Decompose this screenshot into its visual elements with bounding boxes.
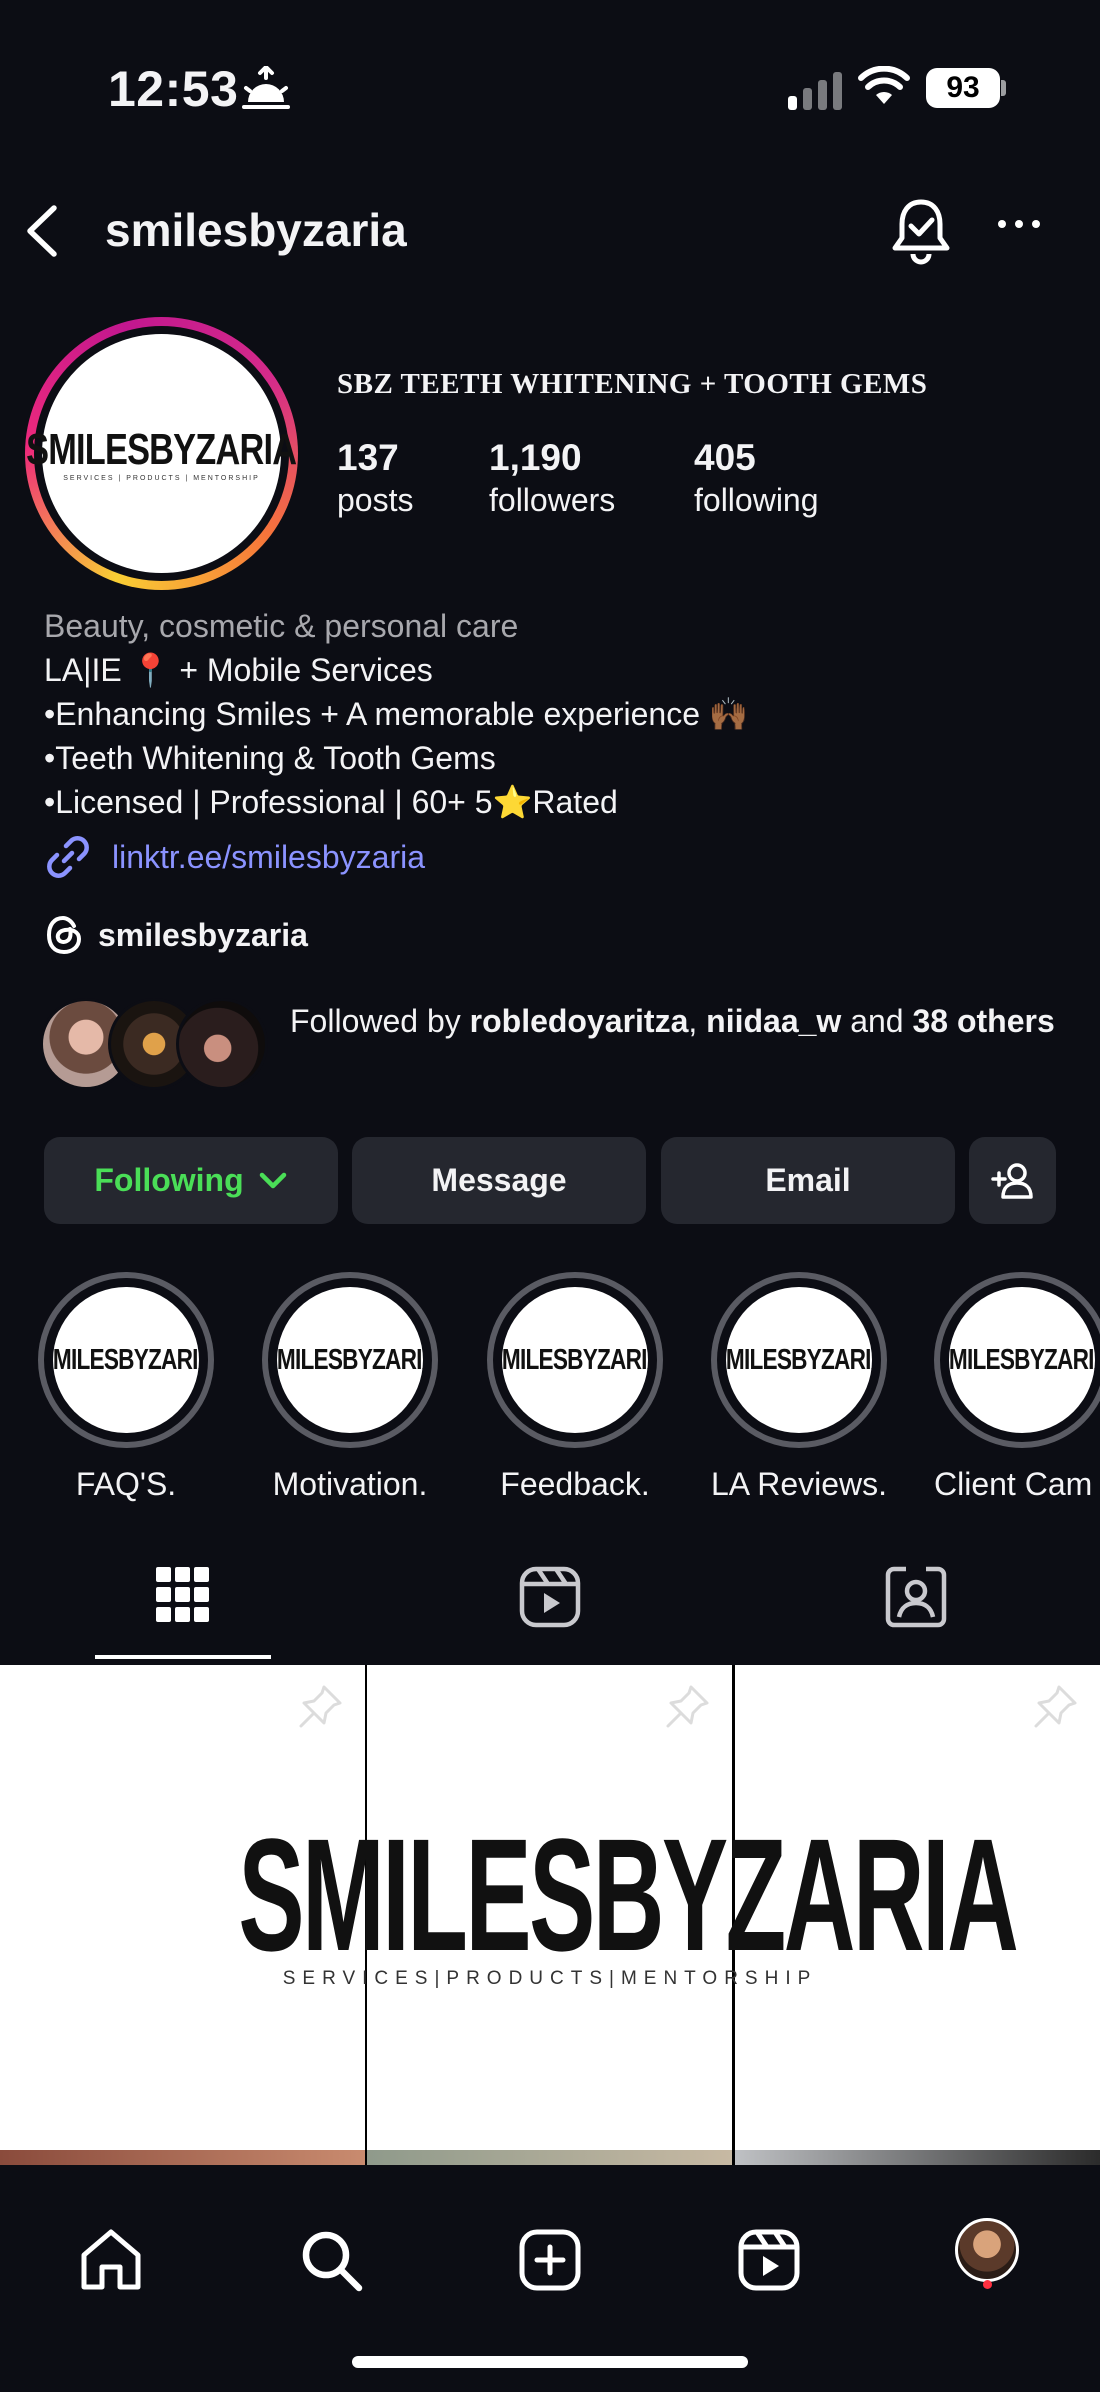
highlight-label: FAQ'S. <box>75 1466 177 1502</box>
following-label: Following <box>94 1162 244 1198</box>
post-tile-preview[interactable] <box>735 2150 1100 2165</box>
stat-value: 1,190 <box>489 437 582 478</box>
bio-line: LA|IE 📍 + Mobile Services <box>44 652 433 688</box>
reels-nav-icon[interactable] <box>736 2227 802 2293</box>
highlight-logo: SMILESBYZARIA <box>949 1343 1095 1376</box>
battery-indicator: 93 <box>926 68 1000 108</box>
following-count[interactable]: 405 following <box>694 436 819 520</box>
active-tab-indicator <box>95 1655 271 1659</box>
link-icon <box>47 836 89 878</box>
sunrise-icon <box>242 66 290 109</box>
threads-handle: smilesbyzaria <box>98 916 308 953</box>
stat-label: followers <box>489 482 616 518</box>
bio-line: •Enhancing Smiles + A memorable experien… <box>44 696 749 732</box>
reels-icon[interactable] <box>518 1565 582 1629</box>
more-options-icon[interactable] <box>998 220 1040 228</box>
post-tile[interactable] <box>735 1665 1100 2150</box>
post-tile-preview[interactable] <box>0 2150 365 2165</box>
add-person-icon <box>990 1162 1033 1199</box>
create-icon[interactable] <box>517 2227 583 2293</box>
profile-nav-avatar[interactable] <box>955 2218 1019 2282</box>
post-tile[interactable] <box>367 1665 732 2150</box>
profile-avatar[interactable]: SMILESBYZARIA SERVICES | PRODUCTS | MENT… <box>25 317 298 590</box>
profile-bio: Beauty, cosmetic & personal care LA|IE 📍… <box>44 604 749 824</box>
following-button[interactable]: Following <box>44 1137 338 1224</box>
stat-value: 405 <box>694 437 756 478</box>
home-indicator <box>352 2356 748 2368</box>
highlight-logo: SMILESBYZARIA <box>277 1343 423 1376</box>
highlight-label: Motivation. <box>272 1466 428 1502</box>
bell-check-icon[interactable] <box>888 194 954 266</box>
business-name: SBZ TEETH WHITENING + TOOTH GEMS <box>337 368 928 400</box>
post-tile[interactable] <box>0 1665 365 2150</box>
highlight-item[interactable]: SMILESBYZARIA Client Cam <box>934 1272 1100 1503</box>
bio-line: •Teeth Whitening & Tooth Gems <box>44 740 496 776</box>
posts-grid <box>0 1665 1100 2165</box>
follower-avatar <box>176 998 268 1090</box>
tagged-icon[interactable] <box>884 1565 948 1629</box>
highlight-item[interactable]: SMILESBYZARIA LA Reviews. <box>709 1272 889 1503</box>
battery-cap <box>1001 80 1006 96</box>
posts-count[interactable]: 137 posts <box>337 436 413 520</box>
bio-line: •Licensed | Professional | 60+ 5⭐Rated <box>44 784 618 820</box>
back-icon[interactable] <box>22 204 62 258</box>
status-time: 12:53 <box>108 61 239 117</box>
message-button[interactable]: Message <box>352 1137 646 1224</box>
followers-count[interactable]: 1,190 followers <box>489 436 615 520</box>
highlight-item[interactable]: SMILESBYZARIA FAQ'S. <box>36 1272 216 1503</box>
avatar-logo: SMILESBYZARIA <box>26 425 297 474</box>
bio-link[interactable]: linktr.ee/smilesbyzaria <box>44 833 425 881</box>
link-text: linktr.ee/smilesbyzaria <box>112 838 425 875</box>
notification-dot <box>983 2280 992 2289</box>
grid-icon[interactable] <box>154 1565 212 1625</box>
pin-icon <box>666 1685 709 1728</box>
followed-by-text: Followed by robledoyaritza, niidaa_w and… <box>290 1003 1055 1039</box>
stat-value: 137 <box>337 437 399 478</box>
highlight-logo: SMILESBYZARIA <box>502 1343 648 1376</box>
threads-icon <box>46 915 82 955</box>
pin-icon <box>299 1685 342 1728</box>
highlight-item[interactable]: SMILESBYZARIA Motivation. <box>260 1272 440 1503</box>
threads-badge[interactable]: smilesbyzaria <box>44 914 308 956</box>
profile-username: smilesbyzaria <box>105 204 407 256</box>
home-icon[interactable] <box>78 2227 144 2293</box>
wifi-icon <box>858 66 910 104</box>
highlight-logo: SMILESBYZARIA <box>53 1343 199 1376</box>
email-button[interactable]: Email <box>661 1137 955 1224</box>
status-bar: 12:53 93 <box>0 0 1100 170</box>
avatar-logo-sub: SERVICES | PRODUCTS | MENTORSHIP <box>63 475 260 482</box>
post-tile-preview[interactable] <box>367 2150 732 2165</box>
cellular-signal-icon <box>788 72 842 110</box>
highlight-label: Feedback. <box>500 1466 650 1502</box>
stat-label: following <box>694 482 819 518</box>
pin-icon <box>1034 1685 1077 1728</box>
highlight-label: LA Reviews. <box>710 1466 888 1502</box>
highlight-logo: SMILESBYZARIA <box>726 1343 872 1376</box>
stat-label: posts <box>337 482 414 518</box>
bio-category: Beauty, cosmetic & personal care <box>44 608 519 644</box>
search-icon[interactable] <box>298 2227 364 2293</box>
suggest-people-button[interactable] <box>969 1137 1056 1224</box>
chevron-down-icon <box>259 1172 286 1188</box>
highlight-item[interactable]: SMILESBYZARIA Feedback. <box>485 1272 665 1503</box>
highlight-label: Client Cam <box>934 1466 1093 1502</box>
